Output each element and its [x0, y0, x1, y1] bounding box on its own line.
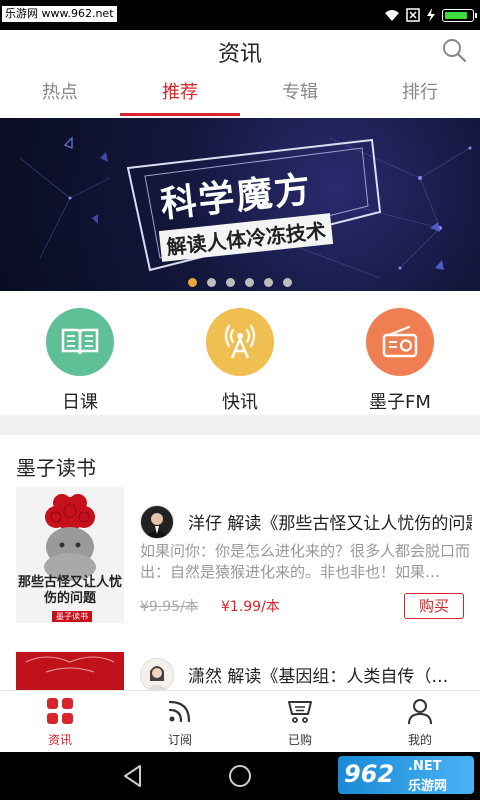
status-bar: 乐游网 www.962.net — [0, 0, 480, 30]
carousel-dot[interactable] — [264, 278, 273, 287]
news-flash-icon-bg — [206, 308, 274, 376]
book-item[interactable]: 潇然 解读《基因组：人类自传（… — [0, 652, 480, 690]
nav-purchased-label: 已购 — [287, 733, 312, 747]
cover-title: 那些古怪又让人忧伤的问题 — [17, 575, 122, 606]
category-tabs: 热点 推荐 专辑 排行 — [0, 72, 480, 119]
carousel-dot[interactable] — [207, 278, 216, 287]
tab-hot[interactable]: 热点 — [0, 72, 120, 118]
charging-icon — [427, 8, 435, 22]
banner-carousel[interactable]: 科学魔方 解读人体冷冻技术 — [0, 118, 480, 291]
nav-profile[interactable]: 我的 — [360, 691, 480, 753]
status-icons — [384, 7, 477, 23]
battery-icon — [442, 8, 477, 22]
back-icon[interactable] — [120, 763, 146, 789]
app-header: 资讯 — [0, 30, 480, 72]
author-avatar-image — [147, 666, 167, 690]
quick-link-daily-lesson[interactable]: 日课 — [20, 308, 140, 414]
search-icon[interactable] — [440, 36, 468, 64]
book-description: 如果问你：你是怎么进化来的？很多人都会脱口而出：自然是猿猴进化来的。非也非也！如… — [140, 542, 471, 581]
tab-recommend[interactable]: 推荐 — [120, 72, 240, 118]
book-original-price: ¥9.95/本 — [140, 599, 199, 615]
buy-button[interactable]: 购买 — [404, 593, 464, 619]
cover-tag: 墨子读书 — [52, 611, 92, 622]
nav-profile-label: 我的 — [407, 733, 432, 747]
carousel-dot[interactable] — [283, 278, 292, 287]
sim-icon — [406, 8, 420, 22]
home-icon[interactable] — [227, 763, 253, 789]
daily-lesson-label: 日课 — [62, 392, 98, 413]
rss-icon — [168, 700, 191, 723]
book-cover: 那些古怪又让人忧伤的问题 墨子读书 — [16, 487, 124, 623]
fm-icon-bg — [366, 308, 434, 376]
carousel-dots — [0, 278, 480, 287]
quick-link-news-flash[interactable]: 快讯 — [180, 308, 300, 414]
book-sale-price: ¥1.99/本 — [221, 599, 280, 615]
fm-label: 墨子FM — [369, 392, 431, 413]
system-nav-bar: 962 .NET 乐游网 — [0, 752, 480, 800]
tab-albums[interactable]: 专辑 — [240, 72, 360, 118]
bottom-nav: 资讯 订阅 已购 我的 — [0, 690, 480, 753]
nav-news-label: 资讯 — [47, 733, 72, 747]
avatar — [140, 505, 174, 539]
radio-icon — [382, 325, 418, 358]
news-flash-label: 快讯 — [222, 392, 258, 413]
carousel-dot[interactable] — [226, 278, 235, 287]
book-cover — [16, 652, 124, 690]
nav-news[interactable]: 资讯 — [0, 691, 120, 753]
nav-purchased[interactable]: 已购 — [240, 691, 360, 753]
avatar — [140, 658, 174, 690]
watermark-logo-domain: .NET — [408, 759, 442, 774]
site-watermark: 962 .NET 乐游网 — [338, 756, 474, 794]
book-icon — [61, 328, 99, 355]
daily-lesson-icon-bg — [46, 308, 114, 376]
broadcast-icon — [224, 324, 256, 359]
section-title: 墨子读书 — [16, 456, 96, 480]
cover-pattern — [25, 656, 115, 673]
user-icon — [408, 699, 432, 725]
carousel-dot[interactable] — [188, 278, 197, 287]
watermark-logo-number: 962 — [344, 760, 395, 788]
carousel-dot[interactable] — [245, 278, 254, 287]
wifi-icon — [385, 10, 399, 21]
watermark-label: 乐游网 www.962.net — [2, 6, 117, 22]
nav-subscribe-label: 订阅 — [167, 733, 192, 747]
watermark-logo-name: 乐游网 — [408, 779, 448, 794]
tab-ranking[interactable]: 排行 — [360, 72, 480, 118]
section-divider — [0, 415, 480, 435]
book-item[interactable]: 那些古怪又让人忧伤的问题 墨子读书 洋仔 解读《那些古怪又让人忧伤的问题》 如果… — [0, 487, 480, 627]
nav-subscribe[interactable]: 订阅 — [120, 691, 240, 753]
book-title: 潇然 解读《基因组：人类自传（… — [188, 667, 449, 687]
quick-link-fm[interactable]: 墨子FM — [340, 308, 460, 414]
grid-icon — [47, 698, 73, 724]
cart-icon — [288, 701, 312, 723]
book-title: 洋仔 解读《那些古怪又让人忧伤的问题》 — [188, 514, 472, 534]
page-title: 资讯 — [217, 42, 262, 67]
author-avatar-image — [145, 513, 169, 538]
quick-links: 日课 快讯 墨子FM — [0, 291, 480, 415]
